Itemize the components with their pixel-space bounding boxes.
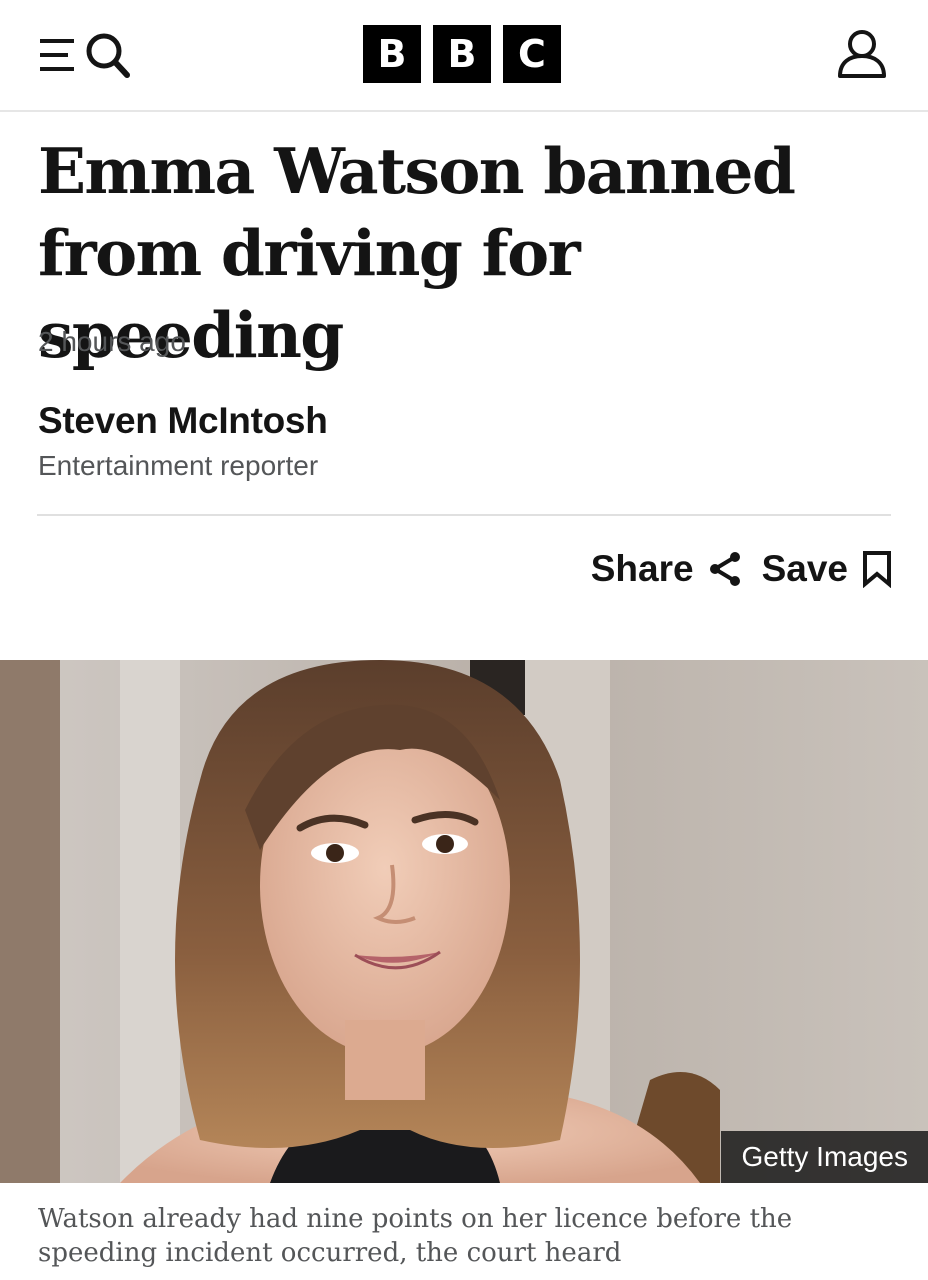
- article-actions: Share Save: [591, 544, 892, 594]
- image-credit: Getty Images: [721, 1131, 928, 1183]
- top-bar: B B C: [0, 0, 928, 112]
- logo-block-b2: B: [433, 25, 491, 83]
- search-icon: [86, 33, 130, 78]
- logo-block-b1: B: [363, 25, 421, 83]
- author-name: Steven McIntosh: [38, 400, 328, 441]
- bookmark-icon: [863, 551, 891, 588]
- headline-line-1: Emma Watson banned: [38, 134, 796, 208]
- account-icon: [838, 30, 886, 78]
- save-button[interactable]: Save: [762, 548, 892, 590]
- share-icon: [709, 552, 740, 586]
- share-label: Share: [590, 548, 694, 589]
- portrait-photo: [0, 660, 928, 1183]
- hero-image: Getty Images: [0, 660, 928, 1183]
- logo-block-c: C: [503, 25, 561, 83]
- article-timestamp: 2 hours ago: [38, 326, 186, 357]
- image-caption: Watson already had nine points on her li…: [38, 1204, 793, 1268]
- menu-icon: [40, 39, 74, 71]
- save-label: Save: [761, 548, 848, 589]
- author-role: Entertainment reporter: [38, 450, 319, 481]
- menu-search-button[interactable]: [38, 30, 138, 80]
- byline-divider: [37, 514, 891, 516]
- bbc-logo[interactable]: B B C: [363, 25, 561, 83]
- account-button[interactable]: [834, 26, 890, 82]
- share-button[interactable]: Share: [591, 548, 742, 590]
